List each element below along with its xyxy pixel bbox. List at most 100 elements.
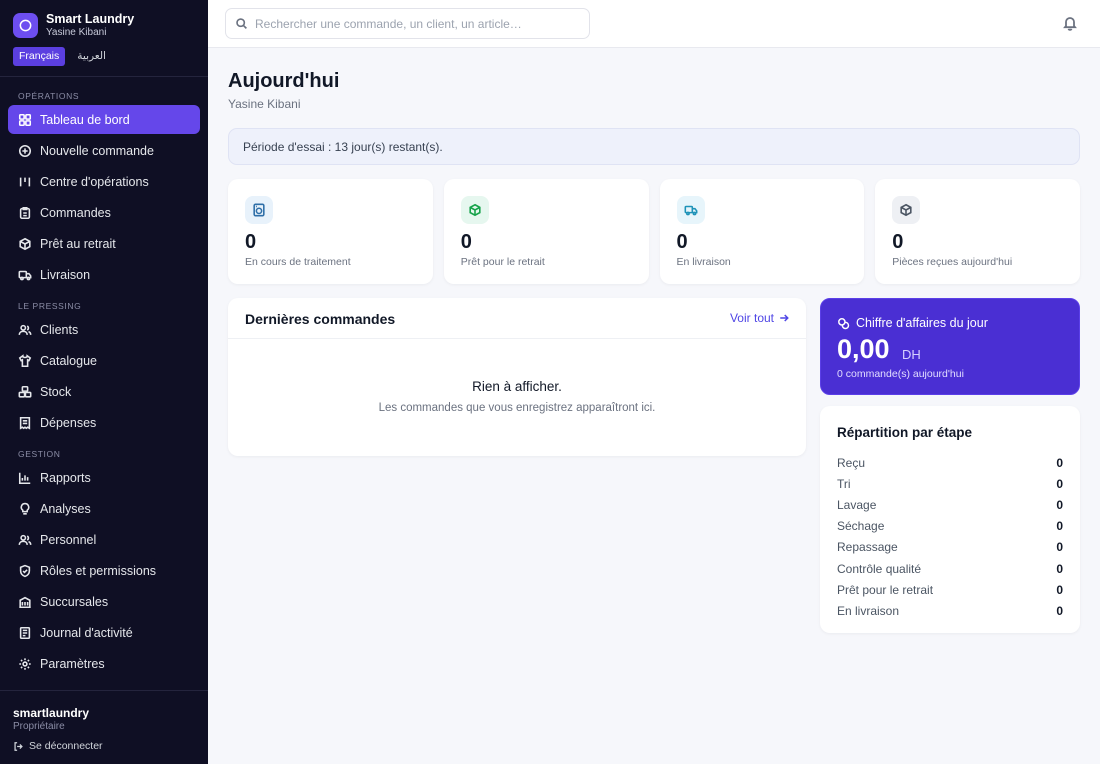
list-item: Tri 0 bbox=[837, 473, 1063, 494]
recent-orders-card: Dernières commandes Voir tout Rien à aff… bbox=[228, 298, 806, 456]
stats-row: 0 En cours de traitement 0 Prêt pour le … bbox=[228, 179, 1080, 284]
sidebar-item-dashboard[interactable]: Tableau de bord bbox=[8, 105, 200, 134]
clipboard-icon bbox=[19, 206, 31, 219]
receipt-icon bbox=[19, 416, 31, 430]
stat-card-processing: 0 En cours de traitement bbox=[228, 179, 433, 284]
account-name: smartlaundry bbox=[13, 706, 90, 720]
sidebar-item-label: Clients bbox=[40, 322, 79, 337]
building-icon bbox=[19, 596, 31, 608]
revenue-currency: DH bbox=[902, 347, 921, 362]
stage-count: 0 bbox=[1056, 476, 1063, 491]
sidebar-item-label: Personnel bbox=[40, 532, 97, 547]
sidebar-item-branches[interactable]: Succursales bbox=[8, 587, 200, 616]
logout-button[interactable]: Se déconnecter bbox=[13, 740, 208, 752]
stat-card-ready: 0 Prêt pour le retrait bbox=[443, 179, 649, 284]
shield-icon bbox=[19, 564, 31, 577]
bell-icon bbox=[1063, 17, 1077, 31]
revenue-title-label: Chiffre d'affaires du jour bbox=[856, 316, 988, 330]
list-item: En livraison 0 bbox=[837, 600, 1063, 621]
stage-name: Prêt pour le retrait bbox=[837, 582, 934, 597]
sidebar-item-delivery[interactable]: Livraison bbox=[8, 260, 200, 289]
logout-label: Se déconnecter bbox=[29, 740, 103, 752]
sidebar-item-label: Stock bbox=[40, 384, 72, 399]
sidebar-item-orders[interactable]: Commandes bbox=[8, 198, 200, 227]
stage-breakdown-card: Répartition par étape Reçu 0 Tri 0 Lavage 0… bbox=[820, 406, 1080, 633]
sidebar-item-operations-center[interactable]: Centre d'opérations bbox=[8, 167, 200, 196]
coins-icon bbox=[838, 317, 850, 329]
washing-machine-icon bbox=[245, 196, 273, 224]
trial-banner: Période d'essai : 13 jour(s) restant(s). bbox=[228, 128, 1080, 165]
stat-value: 0 bbox=[892, 231, 904, 253]
recent-orders-header: Dernières commandes Voir tout bbox=[228, 298, 806, 339]
stat-card-received: 0 Pièces reçues aujourd'hui bbox=[875, 179, 1080, 284]
gear-icon bbox=[19, 657, 31, 670]
sidebar-item-expenses[interactable]: Dépenses bbox=[8, 408, 200, 437]
stat-label: En cours de traitement bbox=[245, 256, 351, 268]
empty-state-title: Rien à afficher. bbox=[472, 379, 562, 394]
revenue-amount: 0,00 bbox=[837, 334, 890, 364]
package-icon bbox=[19, 237, 31, 250]
sidebar-item-catalog[interactable]: Catalogue bbox=[8, 346, 200, 375]
sidebar-item-clients[interactable]: Clients bbox=[8, 315, 200, 344]
dashboard-icon bbox=[18, 113, 32, 126]
truck-icon bbox=[18, 270, 32, 280]
sidebar-item-new-order[interactable]: Nouvelle commande bbox=[8, 136, 200, 165]
stat-value: 0 bbox=[676, 231, 688, 253]
sidebar: Smart Laundry Yasine Kibani Français الع… bbox=[0, 0, 208, 764]
stage-count: 0 bbox=[1056, 603, 1063, 618]
sidebar-item-label: Rapports bbox=[40, 470, 91, 485]
users-icon bbox=[18, 324, 32, 335]
stage-count: 0 bbox=[1056, 540, 1063, 555]
sidebar-item-label: Tableau de bord bbox=[40, 112, 130, 127]
stage-breakdown-title: Répartition par étape bbox=[837, 425, 973, 440]
sidebar-item-label: Nouvelle commande bbox=[40, 143, 154, 158]
stage-count: 0 bbox=[1056, 455, 1063, 470]
search-input[interactable] bbox=[255, 16, 575, 31]
stat-label: Prêt pour le retrait bbox=[460, 256, 545, 268]
stat-value: 0 bbox=[460, 231, 472, 253]
brand: Smart Laundry Yasine Kibani bbox=[0, 0, 208, 39]
list-item: Reçu 0 bbox=[837, 452, 1063, 473]
columns-icon bbox=[19, 177, 31, 186]
box-icon bbox=[892, 196, 921, 224]
shirt-icon bbox=[18, 353, 32, 367]
sidebar-item-settings[interactable]: Paramètres bbox=[8, 649, 200, 678]
sidebar-item-ready-pickup[interactable]: Prêt au retrait bbox=[8, 229, 200, 258]
list-item: Contrôle qualité 0 bbox=[837, 558, 1063, 579]
list-item: Repassage 0 bbox=[837, 537, 1063, 558]
sidebar-footer: smartlaundry Propriétaire Se déconnecter bbox=[0, 690, 208, 764]
sidebar-item-analytics[interactable]: Analyses bbox=[8, 494, 200, 523]
sidebar-item-label: Centre d'opérations bbox=[40, 174, 149, 189]
package-check-icon bbox=[460, 196, 489, 224]
sidebar-item-label: Dépenses bbox=[40, 415, 97, 430]
sidebar-item-roles[interactable]: Rôles et permissions bbox=[8, 556, 200, 585]
section-title-operations: OPÉRATIONS bbox=[18, 91, 80, 101]
sidebar-item-staff[interactable]: Personnel bbox=[8, 525, 200, 554]
revenue-title: Chiffre d'affaires du jour bbox=[837, 316, 988, 330]
team-icon bbox=[18, 534, 32, 545]
sidebar-item-activity-log[interactable]: Journal d'activité bbox=[8, 618, 200, 647]
sidebar-item-label: Paramètres bbox=[40, 656, 105, 671]
log-icon bbox=[19, 626, 31, 639]
search-box[interactable] bbox=[225, 8, 590, 39]
stage-list: Reçu 0 Tri 0 Lavage 0 Séchage 0 Repassage 0 C… bbox=[837, 452, 1063, 622]
empty-state-subtitle: Les commandes que vous enregistrez appar… bbox=[378, 402, 656, 414]
stage-count: 0 bbox=[1056, 582, 1063, 597]
notifications-button[interactable] bbox=[1062, 15, 1078, 31]
sidebar-item-label: Livraison bbox=[40, 267, 91, 282]
brand-subtitle: Yasine Kibani bbox=[46, 27, 107, 38]
sidebar-item-label: Succursales bbox=[40, 594, 109, 609]
see-all-link[interactable]: Voir tout bbox=[730, 311, 790, 325]
sidebar-item-stock[interactable]: Stock bbox=[8, 377, 200, 406]
revenue-note: 0 commande(s) aujourd'hui bbox=[837, 368, 964, 380]
stage-count: 0 bbox=[1056, 519, 1063, 534]
lang-french-button[interactable]: Français bbox=[13, 47, 66, 66]
account-role: Propriétaire bbox=[13, 721, 65, 732]
revenue-card: Chiffre d'affaires du jour 0,00 DH 0 com… bbox=[820, 298, 1080, 395]
stat-value: 0 bbox=[245, 231, 257, 253]
lang-arabic-button[interactable]: العربية bbox=[71, 47, 112, 66]
sidebar-item-reports[interactable]: Rapports bbox=[8, 463, 200, 492]
list-item: Séchage 0 bbox=[837, 516, 1063, 537]
sidebar-item-label: Rôles et permissions bbox=[40, 563, 157, 578]
sidebar-item-label: Commandes bbox=[40, 205, 111, 220]
